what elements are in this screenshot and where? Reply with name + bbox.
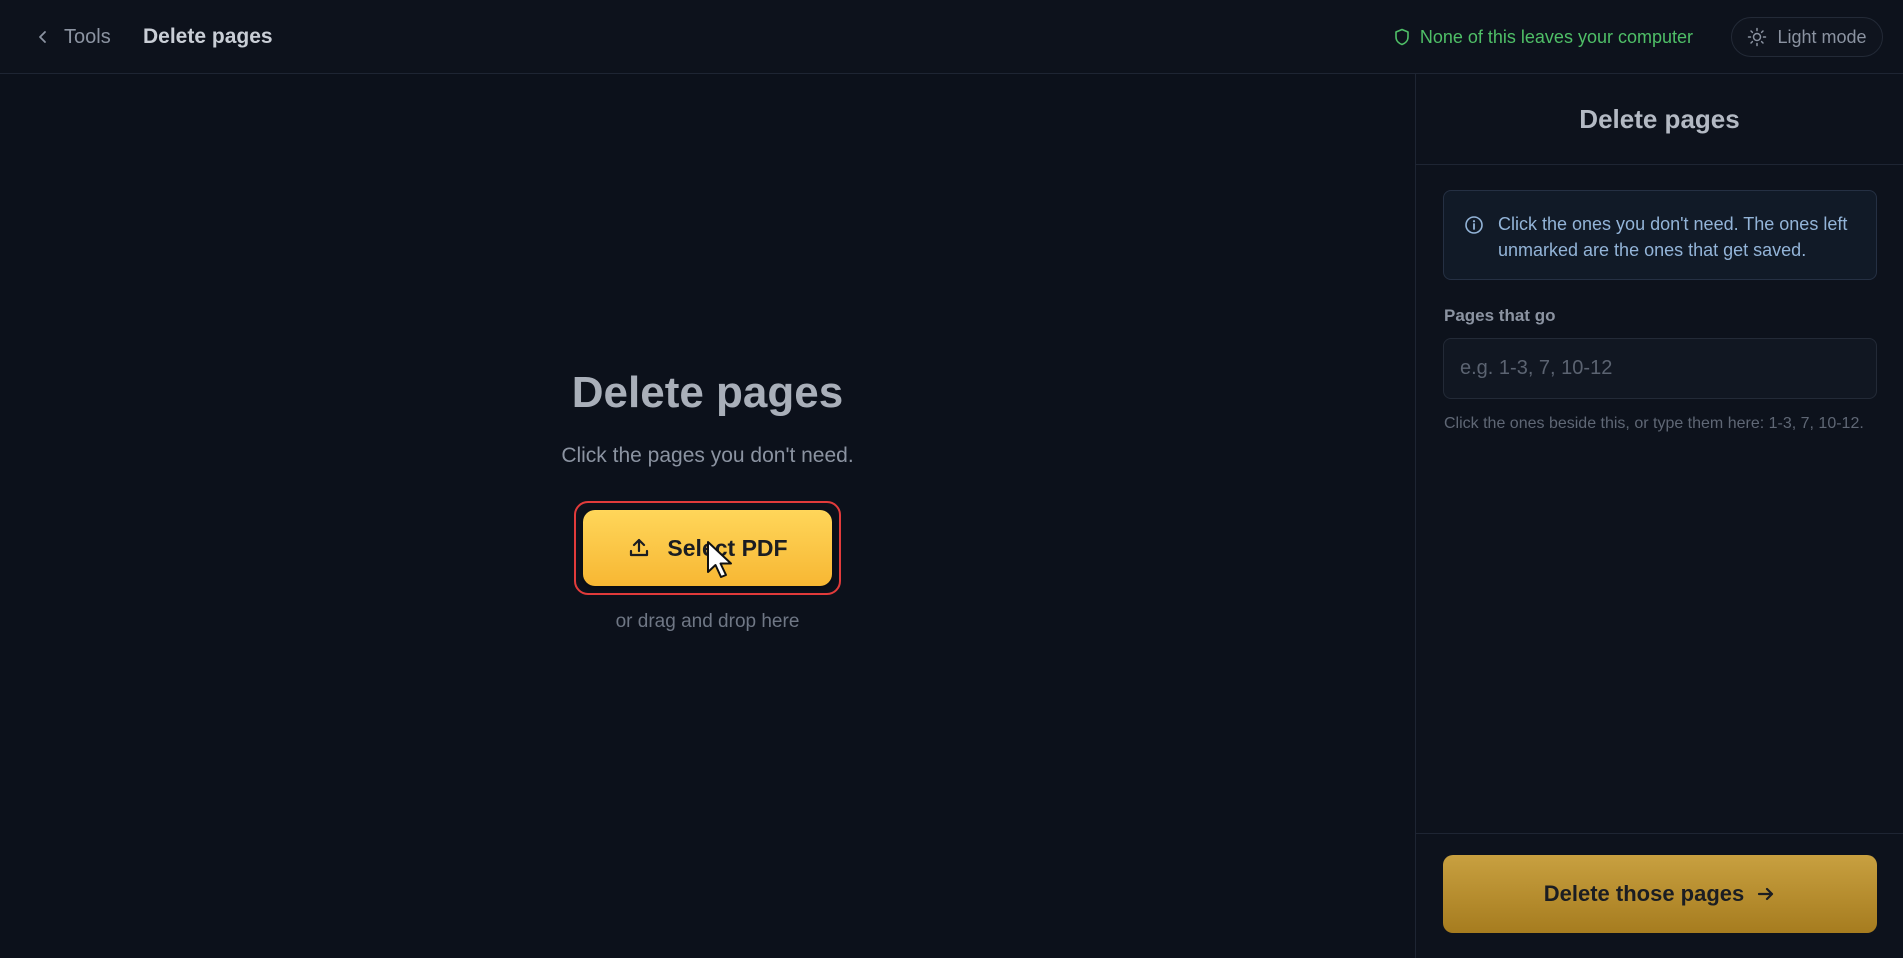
- info-icon: [1465, 216, 1483, 234]
- info-callout: Click the ones you don't need. The ones …: [1443, 190, 1877, 280]
- light-mode-label: Light mode: [1777, 26, 1867, 47]
- pages-field-hint: Click the ones beside this, or type them…: [1444, 415, 1864, 432]
- privacy-note-text: None of this leaves your computer: [1419, 26, 1693, 47]
- top-bar: Tools Delete pages None of this leaves y…: [0, 0, 1903, 74]
- breadcrumb-current-page: Delete pages: [143, 25, 273, 48]
- delete-pages-button[interactable]: Delete those pages: [1443, 855, 1877, 933]
- arrow-right-icon: [1758, 887, 1774, 901]
- sidebar-footer: Delete those pages: [1416, 833, 1903, 958]
- upload-subtitle: Click the pages you don't need.: [561, 444, 854, 467]
- privacy-note: None of this leaves your computer: [1394, 24, 1693, 50]
- shield-icon: [1395, 28, 1409, 46]
- upload-title: Delete pages: [571, 368, 844, 417]
- sun-icon: [1748, 27, 1767, 47]
- pages-field-label: Pages that go: [1444, 306, 1556, 325]
- light-mode-toggle[interactable]: Light mode: [1731, 17, 1883, 57]
- upload-icon: [630, 538, 649, 557]
- info-callout-text: Click the ones you don't need. The ones …: [1498, 214, 1848, 260]
- sidebar-title: Delete pages: [1416, 74, 1903, 165]
- back-to-tools-link[interactable]: Tools: [36, 24, 111, 50]
- chevron-left-icon: [39, 31, 46, 43]
- back-label: Tools: [64, 25, 111, 48]
- upload-area[interactable]: Delete pages Click the pages you don't n…: [0, 74, 1415, 958]
- pages-to-delete-input[interactable]: [1443, 338, 1877, 399]
- drag-drop-hint: or drag and drop here: [615, 611, 800, 632]
- mouse-pointer-icon: [707, 541, 732, 578]
- options-sidebar: Delete pages Click the ones you don't ne…: [1415, 74, 1903, 958]
- delete-pages-label: Delete those pages: [1543, 881, 1745, 906]
